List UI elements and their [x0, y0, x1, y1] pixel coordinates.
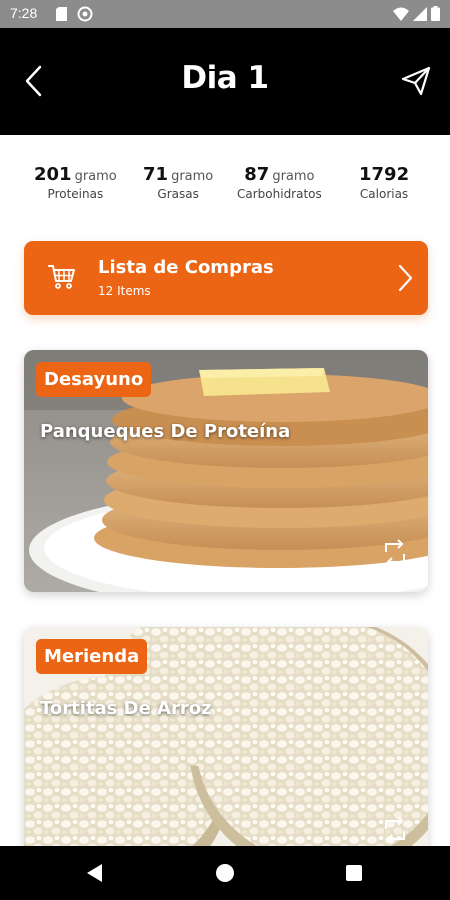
shopping-list-card[interactable]: Lista de Compras 12 Items	[24, 241, 428, 315]
sim-card-icon	[56, 7, 67, 21]
nav-home-icon[interactable]	[216, 864, 234, 882]
sync-icon	[77, 6, 93, 22]
meal-name: Panqueques De Proteína	[40, 421, 291, 442]
macro-label: Proteinas	[47, 187, 104, 201]
signal-icon	[413, 6, 427, 21]
macro-label: Carbohidratos	[237, 187, 322, 201]
chevron-right-icon	[398, 264, 413, 292]
macro-unit: gramo	[272, 169, 315, 184]
shopping-list-count: 12 Items	[98, 284, 151, 298]
wifi-icon	[393, 7, 409, 21]
meal-type-badge: Desayuno	[36, 362, 152, 397]
status-right	[393, 6, 440, 21]
meal-card-snack[interactable]: Merienda Tortitas De Arroz	[24, 627, 428, 869]
macro-calories: 1792 Calorias	[359, 164, 409, 201]
macro-unit: gramo	[74, 169, 117, 184]
swap-icon[interactable]	[382, 815, 408, 845]
status-bar: 7:28	[0, 0, 450, 28]
page-title: Dia 1	[181, 60, 269, 96]
app-header: Dia 1	[0, 28, 450, 135]
nav-back-icon[interactable]	[85, 863, 105, 883]
macro-value: 1792	[359, 164, 410, 185]
meal-type-badge: Merienda	[36, 639, 148, 674]
macro-unit: gramo	[171, 169, 214, 184]
status-time: 7:28	[10, 5, 38, 21]
shopping-list-title: Lista de Compras	[98, 257, 274, 278]
macro-value: 87	[244, 164, 270, 185]
send-button[interactable]	[396, 61, 436, 101]
macro-value: 71	[143, 164, 169, 185]
swap-icon[interactable]	[382, 538, 408, 568]
meal-name: Tortitas De Arroz	[40, 698, 212, 719]
paper-plane-icon	[401, 66, 431, 96]
macro-fats: 71 gramo Grasas	[143, 164, 213, 201]
system-nav-bar	[0, 846, 450, 900]
macro-label: Grasas	[157, 187, 199, 201]
macro-proteins: 201 gramo Proteinas	[34, 164, 117, 201]
macro-carbs: 87 gramo Carbohidratos	[237, 164, 322, 201]
battery-icon	[431, 6, 440, 21]
nav-recents-icon[interactable]	[346, 865, 362, 881]
meal-card-breakfast[interactable]: Desayuno Panqueques De Proteína	[24, 350, 428, 592]
macro-value: 201	[34, 164, 72, 185]
macro-label: Calorias	[359, 187, 409, 201]
shopping-cart-icon	[48, 265, 75, 289]
macros-summary: 201 gramo Proteinas 71 gramo Grasas 87 gram…	[0, 164, 450, 214]
